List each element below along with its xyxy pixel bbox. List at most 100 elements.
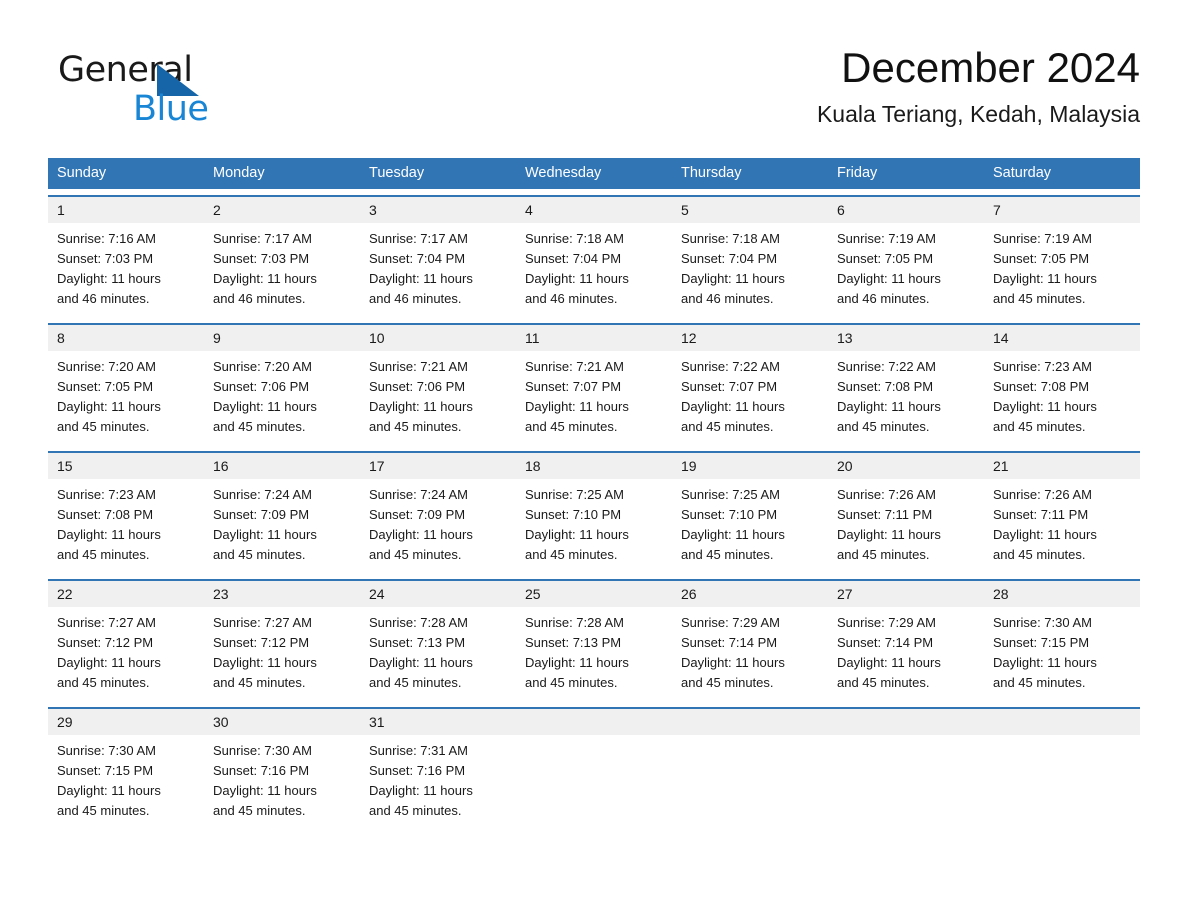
- day-number[interactable]: 4: [516, 197, 672, 223]
- day-number[interactable]: 9: [204, 325, 360, 351]
- daylight-text-line2: and 45 minutes.: [57, 675, 150, 690]
- day-cell[interactable]: Sunrise: 7:22 AM Sunset: 7:08 PM Dayligh…: [828, 351, 984, 445]
- day-cell[interactable]: Sunrise: 7:23 AM Sunset: 7:08 PM Dayligh…: [48, 479, 204, 573]
- day-cell[interactable]: Sunrise: 7:19 AM Sunset: 7:05 PM Dayligh…: [828, 223, 984, 317]
- day-cell[interactable]: Sunrise: 7:30 AM Sunset: 7:16 PM Dayligh…: [204, 735, 360, 829]
- sunset-text: Sunset: 7:10 PM: [525, 507, 622, 522]
- sunrise-text: Sunrise: 7:20 AM: [57, 359, 156, 374]
- sunset-text: Sunset: 7:14 PM: [681, 635, 778, 650]
- day-number[interactable]: 17: [360, 453, 516, 479]
- page-header: General Blue December 2024 Kuala Teriang…: [48, 42, 1140, 142]
- calendar-week-row: 1 2 3 4 5 6 7 Sunrise: 7:16 AM Sunset: 7…: [48, 195, 1140, 317]
- daylight-text-line2: and 45 minutes.: [369, 547, 462, 562]
- day-number[interactable]: 10: [360, 325, 516, 351]
- day-cell[interactable]: Sunrise: 7:25 AM Sunset: 7:10 PM Dayligh…: [672, 479, 828, 573]
- day-number[interactable]: 29: [48, 709, 204, 735]
- daylight-text-line2: and 45 minutes.: [525, 419, 618, 434]
- day-cell[interactable]: Sunrise: 7:31 AM Sunset: 7:16 PM Dayligh…: [360, 735, 516, 829]
- day-cell[interactable]: Sunrise: 7:27 AM Sunset: 7:12 PM Dayligh…: [204, 607, 360, 701]
- day-cell[interactable]: Sunrise: 7:23 AM Sunset: 7:08 PM Dayligh…: [984, 351, 1140, 445]
- day-number[interactable]: 21: [984, 453, 1140, 479]
- day-detail-band: Sunrise: 7:20 AM Sunset: 7:05 PM Dayligh…: [48, 351, 1140, 445]
- day-cell[interactable]: Sunrise: 7:16 AM Sunset: 7:03 PM Dayligh…: [48, 223, 204, 317]
- day-cell[interactable]: Sunrise: 7:27 AM Sunset: 7:12 PM Dayligh…: [48, 607, 204, 701]
- day-number[interactable]: 1: [48, 197, 204, 223]
- day-number[interactable]: 30: [204, 709, 360, 735]
- day-number[interactable]: 19: [672, 453, 828, 479]
- day-number[interactable]: 31: [360, 709, 516, 735]
- title-block: December 2024 Kuala Teriang, Kedah, Mala…: [817, 42, 1140, 128]
- sunrise-text: Sunrise: 7:16 AM: [57, 231, 156, 246]
- daylight-text-line1: Daylight: 11 hours: [837, 527, 941, 542]
- day-cell[interactable]: Sunrise: 7:29 AM Sunset: 7:14 PM Dayligh…: [828, 607, 984, 701]
- day-number[interactable]: 16: [204, 453, 360, 479]
- day-cell[interactable]: Sunrise: 7:21 AM Sunset: 7:07 PM Dayligh…: [516, 351, 672, 445]
- day-cell[interactable]: Sunrise: 7:30 AM Sunset: 7:15 PM Dayligh…: [984, 607, 1140, 701]
- day-detail-band: Sunrise: 7:27 AM Sunset: 7:12 PM Dayligh…: [48, 607, 1140, 701]
- day-number[interactable]: 12: [672, 325, 828, 351]
- day-number[interactable]: 20: [828, 453, 984, 479]
- day-cell[interactable]: Sunrise: 7:20 AM Sunset: 7:05 PM Dayligh…: [48, 351, 204, 445]
- day-cell[interactable]: Sunrise: 7:26 AM Sunset: 7:11 PM Dayligh…: [984, 479, 1140, 573]
- sunrise-text: Sunrise: 7:21 AM: [525, 359, 624, 374]
- day-number[interactable]: 22: [48, 581, 204, 607]
- sunset-text: Sunset: 7:16 PM: [369, 763, 466, 778]
- day-number[interactable]: 6: [828, 197, 984, 223]
- sunset-text: Sunset: 7:04 PM: [369, 251, 466, 266]
- day-cell[interactable]: Sunrise: 7:22 AM Sunset: 7:07 PM Dayligh…: [672, 351, 828, 445]
- day-number[interactable]: 13: [828, 325, 984, 351]
- day-cell[interactable]: Sunrise: 7:24 AM Sunset: 7:09 PM Dayligh…: [204, 479, 360, 573]
- generalblue-logo[interactable]: General Blue: [58, 50, 288, 130]
- daylight-text-line1: Daylight: 11 hours: [837, 271, 941, 286]
- sunset-text: Sunset: 7:04 PM: [681, 251, 778, 266]
- sunset-text: Sunset: 7:05 PM: [993, 251, 1090, 266]
- day-cell[interactable]: Sunrise: 7:30 AM Sunset: 7:15 PM Dayligh…: [48, 735, 204, 829]
- sunrise-text: Sunrise: 7:28 AM: [525, 615, 624, 630]
- logo-text-blue: Blue: [133, 89, 209, 129]
- day-number[interactable]: 28: [984, 581, 1140, 607]
- day-cell[interactable]: Sunrise: 7:18 AM Sunset: 7:04 PM Dayligh…: [672, 223, 828, 317]
- sunrise-text: Sunrise: 7:27 AM: [57, 615, 156, 630]
- day-number[interactable]: 14: [984, 325, 1140, 351]
- day-cell[interactable]: Sunrise: 7:24 AM Sunset: 7:09 PM Dayligh…: [360, 479, 516, 573]
- daylight-text-line1: Daylight: 11 hours: [213, 527, 317, 542]
- daylight-text-line1: Daylight: 11 hours: [993, 399, 1097, 414]
- day-number[interactable]: 25: [516, 581, 672, 607]
- daylight-text-line1: Daylight: 11 hours: [213, 399, 317, 414]
- day-number[interactable]: 24: [360, 581, 516, 607]
- day-detail-band: Sunrise: 7:30 AM Sunset: 7:15 PM Dayligh…: [48, 735, 1140, 829]
- sunset-text: Sunset: 7:03 PM: [213, 251, 310, 266]
- day-number[interactable]: 2: [204, 197, 360, 223]
- weekday-header-tuesday: Tuesday: [369, 165, 425, 181]
- daylight-text-line2: and 45 minutes.: [681, 419, 774, 434]
- day-number[interactable]: 18: [516, 453, 672, 479]
- day-number[interactable]: 7: [984, 197, 1140, 223]
- day-cell[interactable]: Sunrise: 7:21 AM Sunset: 7:06 PM Dayligh…: [360, 351, 516, 445]
- daylight-text-line1: Daylight: 11 hours: [57, 399, 161, 414]
- day-number[interactable]: 11: [516, 325, 672, 351]
- sunrise-text: Sunrise: 7:21 AM: [369, 359, 468, 374]
- day-number[interactable]: 5: [672, 197, 828, 223]
- day-cell[interactable]: Sunrise: 7:19 AM Sunset: 7:05 PM Dayligh…: [984, 223, 1140, 317]
- day-cell[interactable]: Sunrise: 7:20 AM Sunset: 7:06 PM Dayligh…: [204, 351, 360, 445]
- day-number-band: 1 2 3 4 5 6 7: [48, 197, 1140, 223]
- daylight-text-line1: Daylight: 11 hours: [525, 527, 629, 542]
- day-number[interactable]: 15: [48, 453, 204, 479]
- day-cell[interactable]: Sunrise: 7:17 AM Sunset: 7:04 PM Dayligh…: [360, 223, 516, 317]
- weekday-header-sunday: Sunday: [57, 165, 107, 181]
- day-number[interactable]: 3: [360, 197, 516, 223]
- day-cell[interactable]: Sunrise: 7:26 AM Sunset: 7:11 PM Dayligh…: [828, 479, 984, 573]
- day-number[interactable]: 27: [828, 581, 984, 607]
- day-cell[interactable]: Sunrise: 7:18 AM Sunset: 7:04 PM Dayligh…: [516, 223, 672, 317]
- day-number[interactable]: 8: [48, 325, 204, 351]
- day-cell[interactable]: Sunrise: 7:29 AM Sunset: 7:14 PM Dayligh…: [672, 607, 828, 701]
- daylight-text-line1: Daylight: 11 hours: [369, 271, 473, 286]
- day-cell[interactable]: Sunrise: 7:25 AM Sunset: 7:10 PM Dayligh…: [516, 479, 672, 573]
- day-cell[interactable]: Sunrise: 7:28 AM Sunset: 7:13 PM Dayligh…: [360, 607, 516, 701]
- sunset-text: Sunset: 7:12 PM: [213, 635, 310, 650]
- day-cell[interactable]: Sunrise: 7:17 AM Sunset: 7:03 PM Dayligh…: [204, 223, 360, 317]
- day-number[interactable]: 23: [204, 581, 360, 607]
- day-number[interactable]: 26: [672, 581, 828, 607]
- day-cell[interactable]: Sunrise: 7:28 AM Sunset: 7:13 PM Dayligh…: [516, 607, 672, 701]
- sunset-text: Sunset: 7:16 PM: [213, 763, 310, 778]
